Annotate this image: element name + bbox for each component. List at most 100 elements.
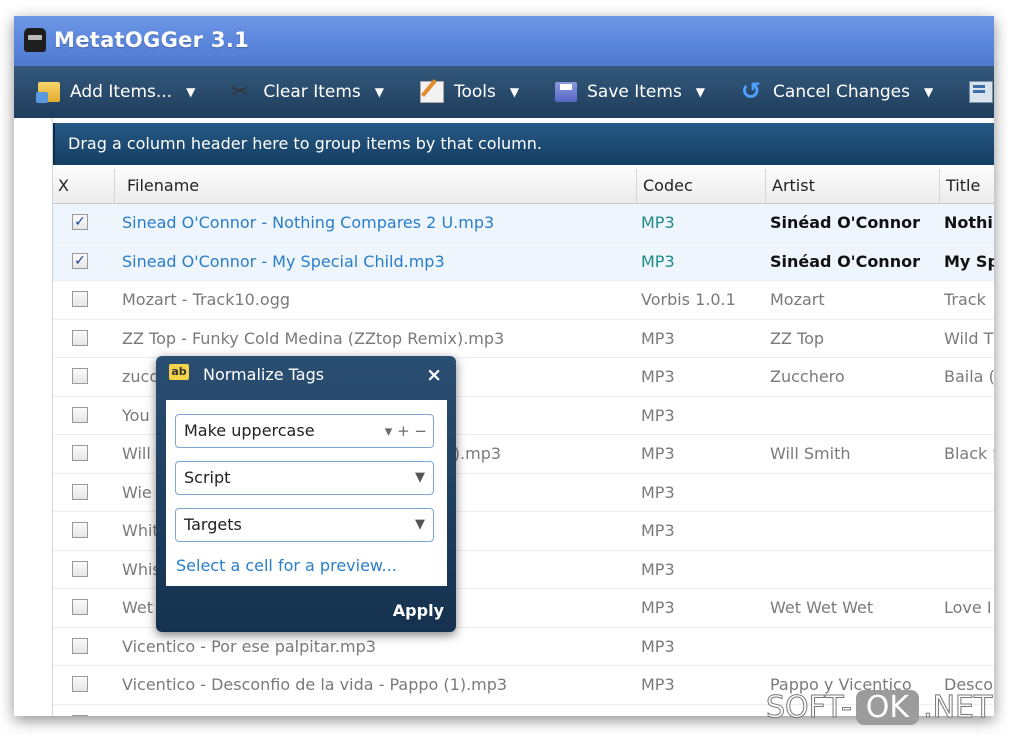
codec-cell[interactable]: MP3 bbox=[641, 628, 766, 665]
chevron-down-icon: ▼ bbox=[415, 517, 425, 532]
artist-cell[interactable]: Will Smith bbox=[770, 435, 940, 472]
row-checkbox[interactable] bbox=[72, 676, 88, 692]
artist-cell[interactable]: ZZ Top bbox=[770, 320, 940, 357]
row-checkbox[interactable] bbox=[72, 637, 88, 654]
column-header-artist[interactable]: Artist bbox=[766, 169, 940, 203]
column-header-title[interactable]: Title bbox=[940, 169, 994, 203]
title-cell[interactable] bbox=[944, 628, 994, 665]
row-checkbox[interactable] bbox=[72, 522, 88, 538]
view-button[interactable]: Vi bbox=[945, 66, 994, 118]
codec-cell[interactable]: MP3 bbox=[641, 589, 766, 626]
watermark-part: SOFT- bbox=[766, 690, 853, 726]
row-selector-strip bbox=[14, 118, 53, 716]
artist-cell[interactable] bbox=[770, 551, 940, 588]
add-items-label: Add Items... bbox=[70, 82, 173, 102]
table-row[interactable]: Vicentico - Por ese palpitar.mp3 MP3 bbox=[53, 628, 994, 666]
artist-cell[interactable]: Sinéad O'Connor bbox=[770, 204, 940, 241]
title-cell[interactable]: Baila ( bbox=[944, 358, 994, 395]
row-checkbox[interactable] bbox=[72, 329, 88, 346]
chevron-down-icon: ▼ bbox=[186, 85, 196, 99]
artist-cell[interactable] bbox=[770, 628, 940, 665]
undo-icon bbox=[741, 77, 763, 105]
action-select[interactable]: Make uppercase ▾ + − bbox=[175, 414, 434, 448]
title-bar: MetatOGGer 3.1 bbox=[14, 16, 994, 66]
chevron-down-icon: ▼ bbox=[923, 85, 934, 99]
grid-header: X Filename Codec Artist Title bbox=[53, 169, 994, 204]
action-select-value: Make uppercase bbox=[184, 421, 315, 440]
title-cell[interactable]: Black S bbox=[944, 435, 994, 472]
artist-cell[interactable] bbox=[770, 474, 940, 511]
artist-cell[interactable] bbox=[770, 512, 940, 549]
script-select[interactable]: Script ▼ bbox=[175, 461, 434, 495]
row-checkbox[interactable] bbox=[72, 406, 88, 423]
title-cell[interactable]: Love I bbox=[944, 589, 994, 626]
codec-cell[interactable]: Vorbis 1.0.1 bbox=[641, 281, 766, 318]
row-checkbox[interactable] bbox=[72, 445, 88, 461]
column-header-codec[interactable]: Codec bbox=[637, 169, 766, 203]
preview-link[interactable]: Select a cell for a preview... bbox=[176, 556, 397, 575]
tools-button[interactable]: Tools ▼ bbox=[396, 66, 531, 118]
title-cell[interactable]: Wild T bbox=[944, 320, 994, 357]
row-checkbox[interactable]: ✓ bbox=[72, 214, 88, 230]
filename-cell[interactable]: Sinead O'Connor - Nothing Compares 2 U.m… bbox=[122, 204, 637, 241]
group-by-panel[interactable]: Drag a column header here to group items… bbox=[53, 123, 994, 165]
codec-cell[interactable]: MP3 bbox=[641, 243, 766, 280]
dialog-body: Make uppercase ▾ + − Script ▼ Targets ▼ … bbox=[166, 400, 447, 586]
row-checkbox[interactable] bbox=[72, 714, 88, 716]
watermark-logo: SOFT- OK .NET bbox=[766, 690, 993, 726]
codec-cell[interactable]: MP3 bbox=[641, 204, 766, 241]
codec-cell[interactable]: MP3 bbox=[641, 397, 766, 434]
save-items-button[interactable]: Save Items ▼ bbox=[531, 66, 717, 118]
targets-select[interactable]: Targets ▼ bbox=[175, 508, 434, 542]
row-checkbox[interactable] bbox=[72, 368, 88, 384]
artist-cell[interactable]: Mozart bbox=[770, 281, 940, 318]
artist-cell[interactable]: Sinéad O'Connor bbox=[770, 243, 940, 280]
codec-cell[interactable]: MP3 bbox=[641, 435, 766, 472]
tools-label: Tools bbox=[453, 82, 496, 102]
codec-cell[interactable]: MP3 bbox=[641, 551, 766, 588]
codec-cell[interactable]: MP3 bbox=[641, 705, 766, 717]
row-checkbox[interactable]: ✓ bbox=[72, 252, 88, 269]
row-checkbox[interactable] bbox=[72, 560, 88, 577]
codec-cell[interactable]: MP3 bbox=[641, 474, 766, 511]
filename-cell[interactable]: Vicentico - Culpable.mp3 bbox=[122, 705, 637, 717]
title-cell[interactable]: My Sp bbox=[944, 243, 994, 280]
table-row[interactable]: ✓ Sinead O'Connor - Nothing Compares 2 U.… bbox=[53, 204, 994, 243]
artist-cell[interactable]: Zucchero bbox=[770, 358, 940, 395]
codec-cell[interactable]: MP3 bbox=[641, 666, 766, 703]
row-checkbox[interactable] bbox=[72, 291, 88, 307]
title-cell[interactable]: Track bbox=[944, 281, 994, 318]
cancel-changes-button[interactable]: Cancel Changes ▼ bbox=[717, 66, 945, 118]
column-header-x[interactable]: X bbox=[53, 169, 115, 203]
codec-cell[interactable]: MP3 bbox=[641, 358, 766, 395]
title-cell[interactable] bbox=[944, 551, 994, 588]
action-controls[interactable]: ▾ + − bbox=[385, 415, 427, 447]
title-cell[interactable] bbox=[944, 474, 994, 511]
clear-items-button[interactable]: Clear Items ▼ bbox=[207, 66, 396, 118]
codec-cell[interactable]: MP3 bbox=[641, 512, 766, 549]
table-row[interactable]: ✓ Sinead O'Connor - My Special Child.mp3 M… bbox=[53, 242, 994, 281]
artist-cell[interactable] bbox=[770, 397, 940, 434]
add-items-button[interactable]: Add Items... ▼ bbox=[14, 66, 207, 118]
filename-cell[interactable]: Vicentico - Desconfio de la vida - Pappo… bbox=[122, 666, 637, 703]
table-row[interactable]: Mozart - Track10.ogg Vorbis 1.0.1 Mozart Tr… bbox=[53, 281, 994, 320]
tools-icon bbox=[419, 81, 444, 103]
row-checkbox[interactable] bbox=[72, 599, 88, 615]
save-items-label: Save Items bbox=[587, 82, 682, 102]
row-checkbox[interactable] bbox=[72, 483, 88, 500]
filename-cell[interactable]: Sinead O'Connor - My Special Child.mp3 bbox=[122, 243, 637, 280]
codec-cell[interactable]: MP3 bbox=[641, 320, 766, 357]
table-row[interactable]: ZZ Top - Funky Cold Medina (ZZtop Remix)… bbox=[53, 320, 994, 358]
title-cell[interactable] bbox=[944, 512, 994, 549]
filename-cell[interactable]: Mozart - Track10.ogg bbox=[122, 281, 637, 318]
artist-cell[interactable]: Wet Wet Wet bbox=[770, 589, 940, 626]
watermark-part: .NET bbox=[923, 690, 993, 726]
filename-cell[interactable]: Vicentico - Por ese palpitar.mp3 bbox=[122, 628, 637, 665]
filename-cell[interactable]: ZZ Top - Funky Cold Medina (ZZtop Remix)… bbox=[122, 320, 637, 357]
column-header-filename[interactable]: Filename bbox=[115, 169, 637, 203]
apply-button[interactable]: Apply bbox=[393, 601, 444, 620]
title-cell[interactable] bbox=[944, 397, 994, 434]
scissors-icon bbox=[231, 79, 253, 103]
title-cell[interactable]: Nothi bbox=[944, 204, 994, 241]
close-icon[interactable]: × bbox=[426, 364, 442, 386]
